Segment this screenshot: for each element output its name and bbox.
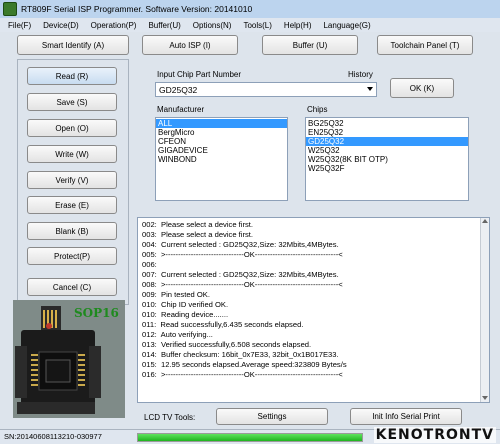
chip-part-input[interactable]: GD25Q32	[155, 82, 377, 97]
blank-button[interactable]: Blank (B)	[27, 222, 117, 240]
log-line: 002: Please select a device first.	[142, 220, 254, 229]
chip-part-value: GD25Q32	[159, 84, 198, 95]
chip-item[interactable]: BG25Q32	[306, 119, 468, 128]
verify-button[interactable]: Verify (V)	[27, 171, 117, 189]
protect-button[interactable]: Protect(P)	[27, 247, 117, 265]
log-line: 010: Reading device.......	[142, 310, 229, 319]
smart-identify-button[interactable]: Smart Identify (A)	[17, 35, 129, 55]
title-bar: RT809F Serial ISP Programmer. Software V…	[0, 0, 500, 18]
log-line: 009: Pin tested OK.	[142, 290, 210, 299]
log-line: 012: Auto verifying...	[142, 330, 213, 339]
chips-label: Chips	[307, 105, 328, 114]
progress-bar	[137, 433, 363, 442]
log-line: 003: Please select a device first.	[142, 230, 254, 239]
chip-item[interactable]: W25Q32F	[306, 164, 468, 173]
log-line: 013: Verified successfully,6.508 seconds…	[142, 340, 312, 349]
log-line: 008: >-------------------------------OK-…	[142, 280, 343, 289]
chips-list[interactable]: BG25Q32 EN25Q32 GD25Q32 W25Q32 W25Q32(8K…	[305, 117, 469, 201]
menu-device[interactable]: Device(D)	[43, 21, 79, 30]
chip-item[interactable]: EN25Q32	[306, 128, 468, 137]
sop16-label: SOP16	[74, 306, 119, 320]
chip-socket-image: SOP16	[13, 300, 125, 418]
log-line: 004: Current selected : GD25Q32,Size: 32…	[142, 240, 339, 249]
log-line: 016: >-------------------------------OK-…	[142, 370, 343, 379]
manufacturer-item[interactable]: GIGADEVICE	[156, 146, 287, 155]
menu-tools[interactable]: Tools(L)	[243, 21, 271, 30]
manufacturer-label: Manufacturer	[157, 105, 205, 114]
init-info-serial-print-button[interactable]: Init Info Serial Print	[350, 408, 462, 425]
write-button[interactable]: Write (W)	[27, 145, 117, 163]
log-scrollbar[interactable]	[480, 218, 489, 402]
log-line: 010: Chip ID verified OK.	[142, 300, 229, 309]
chip-item[interactable]: W25Q32	[306, 146, 468, 155]
ok-button[interactable]: OK (K)	[390, 78, 454, 98]
save-button[interactable]: Save (S)	[27, 93, 117, 111]
cancel-button[interactable]: Cancel (C)	[27, 278, 117, 296]
read-button[interactable]: Read (R)	[27, 67, 117, 85]
menu-options[interactable]: Options(N)	[193, 21, 232, 30]
log-line: 006:	[142, 260, 161, 269]
chip-input-label: Input Chip Part Number	[157, 70, 242, 79]
manufacturer-list[interactable]: ALL BergMicro CFEON GIGADEVICE WINBOND	[155, 117, 288, 201]
log-line: 015: 12.95 seconds elapsed.Average speed…	[142, 360, 347, 369]
manufacturer-item[interactable]: WINBOND	[156, 155, 287, 164]
log-line: 007: Current selected : GD25Q32,Size: 32…	[142, 270, 339, 279]
open-button[interactable]: Open (O)	[27, 119, 117, 137]
history-label: History	[348, 70, 373, 79]
manufacturer-item[interactable]: CFEON	[156, 137, 287, 146]
log-line: 005: >-------------------------------OK-…	[142, 250, 343, 259]
watermark-logo: KENOTRONTV	[373, 427, 496, 443]
menu-buffer[interactable]: Buffer(U)	[148, 21, 180, 30]
buffer-button[interactable]: Buffer (U)	[262, 35, 358, 55]
chip-item[interactable]: W25Q32(8K BIT OTP)	[306, 155, 468, 164]
chip-item[interactable]: GD25Q32	[306, 137, 468, 146]
chevron-down-icon[interactable]	[367, 87, 373, 91]
log-line: 014: Buffer checksum: 16bit_0x7E33, 32bi…	[142, 350, 339, 359]
log-output[interactable]: 002: Please select a device first. 003: …	[137, 217, 490, 403]
serial-number: SN:20140608113210-030977	[4, 432, 102, 441]
settings-button[interactable]: Settings	[216, 408, 328, 425]
progress-fill	[138, 434, 362, 441]
toolchain-panel-button[interactable]: Toolchain Panel (T)	[377, 35, 473, 55]
lcd-tv-tools-label: LCD TV Tools:	[144, 413, 196, 422]
menu-bar: File(F) Device(D) Operation(P) Buffer(U)…	[0, 18, 500, 32]
auto-isp-button[interactable]: Auto ISP (I)	[142, 35, 238, 55]
menu-help[interactable]: Help(H)	[284, 21, 312, 30]
scroll-up-icon[interactable]	[482, 219, 488, 223]
manufacturer-item[interactable]: BergMicro	[156, 128, 287, 137]
menu-language[interactable]: Language(G)	[323, 21, 370, 30]
menu-file[interactable]: File(F)	[8, 21, 31, 30]
window-title: RT809F Serial ISP Programmer. Software V…	[21, 4, 253, 14]
manufacturer-item[interactable]: ALL	[156, 119, 287, 128]
app-icon	[3, 2, 17, 16]
scroll-down-icon[interactable]	[482, 396, 488, 400]
menu-operation[interactable]: Operation(P)	[91, 21, 137, 30]
erase-button[interactable]: Erase (E)	[27, 196, 117, 214]
log-line: 011: Read successfully,6.435 seconds ela…	[142, 320, 304, 329]
